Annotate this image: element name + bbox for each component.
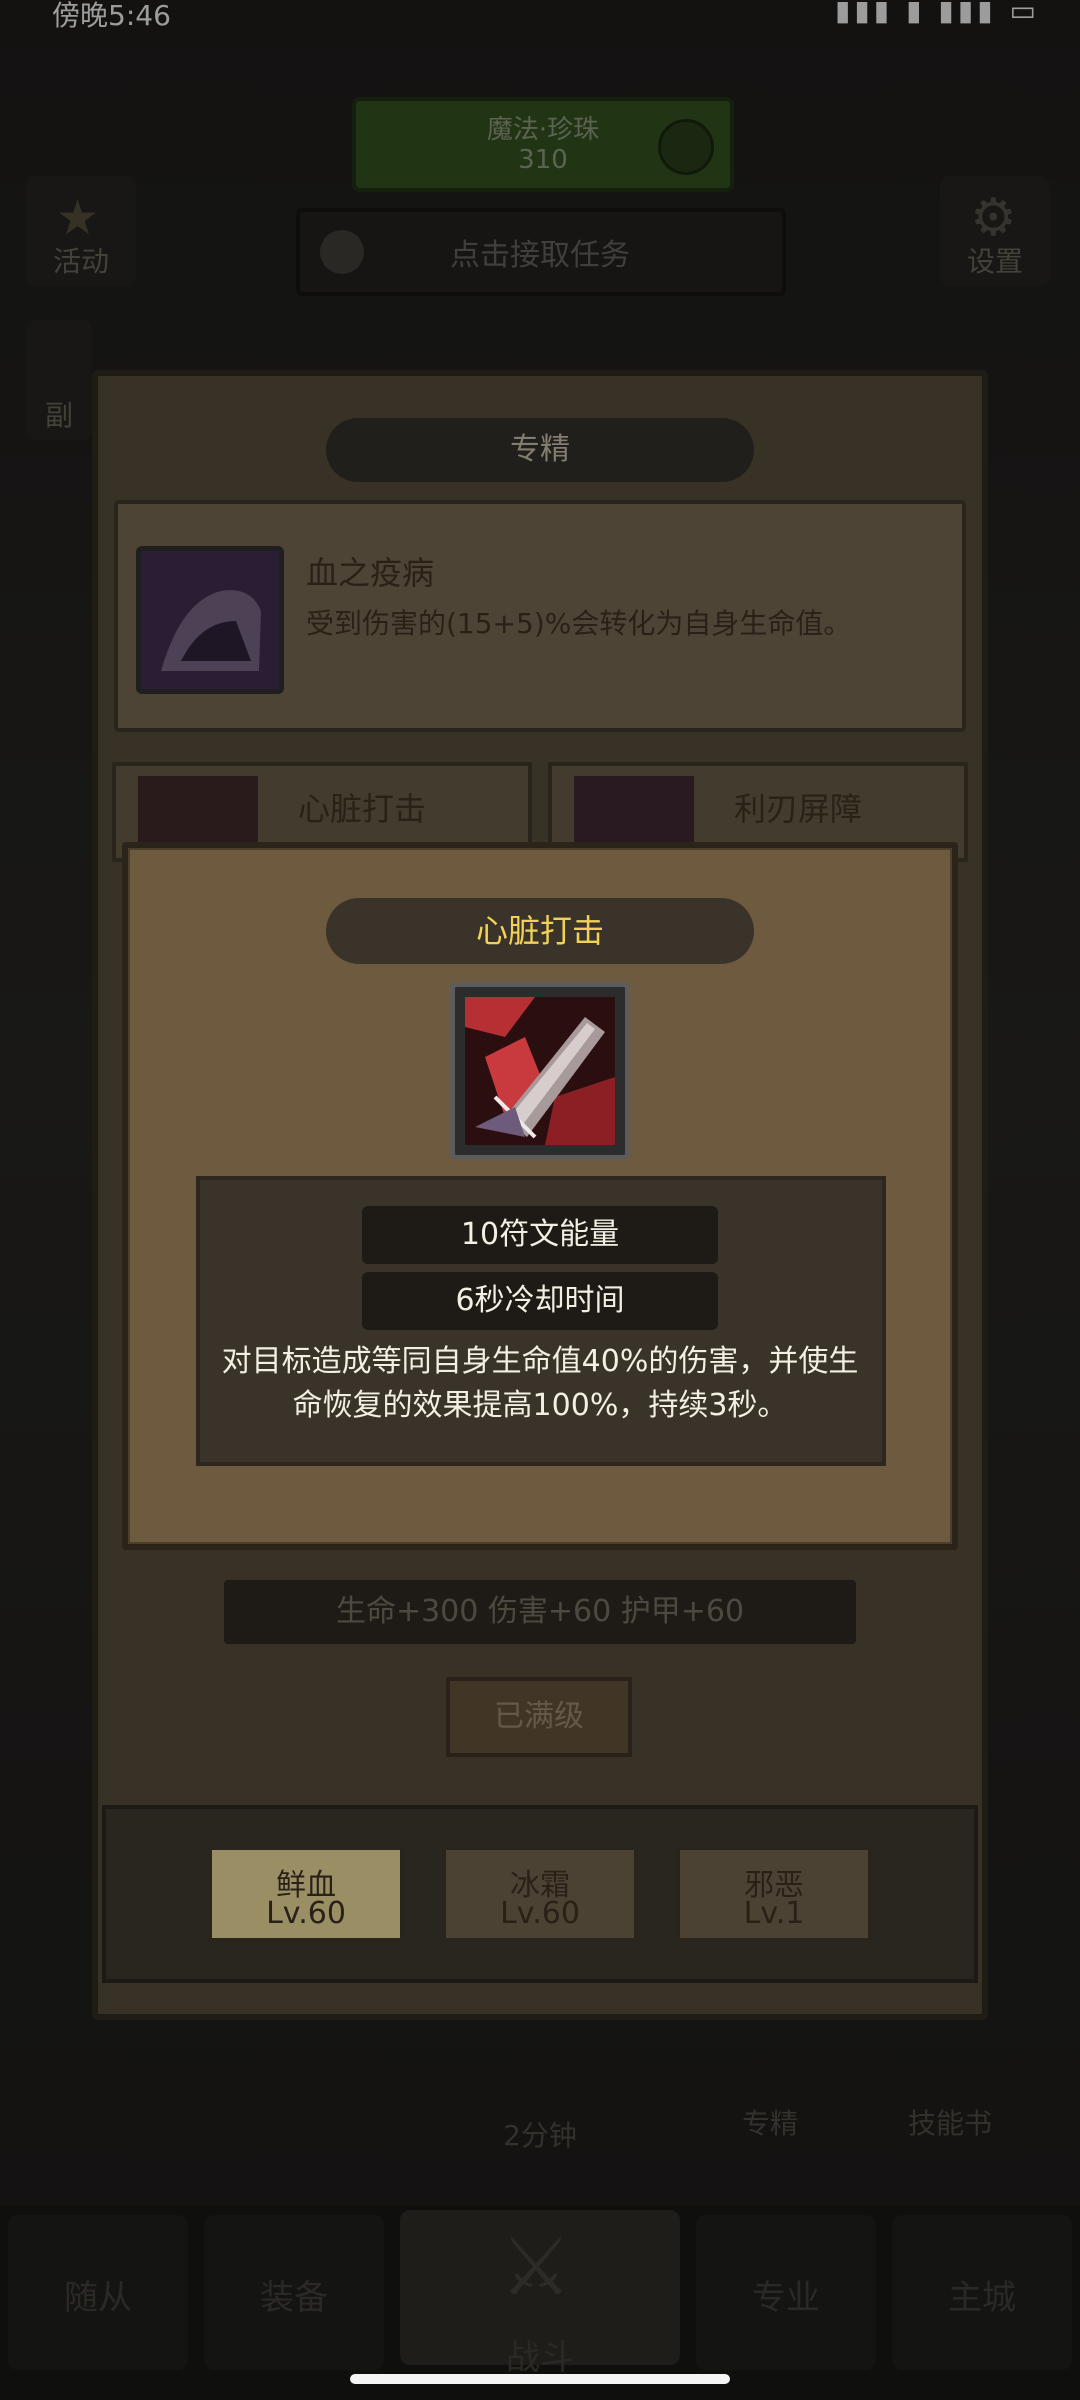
cooldown-time: 6秒冷却时间 (362, 1272, 718, 1330)
sword-strike-icon (465, 997, 615, 1145)
home-indicator[interactable] (350, 2374, 730, 2384)
popup-title: 心脏打击 (326, 898, 754, 964)
resource-cost: 10符文能量 (362, 1206, 718, 1264)
skill-description: 对目标造成等同自身生命值40%的伤害，并使生命恢复的效果提高100%，持续3秒。 (221, 1344, 859, 1423)
skill-icon (450, 982, 630, 1160)
